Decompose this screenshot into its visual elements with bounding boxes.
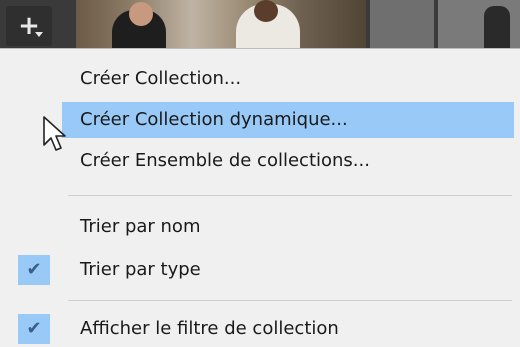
- menu-item-show-collection-filter[interactable]: ✔ Afficher le filtre de collection: [0, 311, 520, 347]
- menu-item-label: Créer Ensemble de collections...: [80, 150, 370, 171]
- checkmark-icon: ✔: [18, 314, 50, 344]
- menu-separator: [68, 300, 512, 301]
- menu-separator: [68, 195, 512, 196]
- photo-figure: [254, 0, 278, 22]
- chevron-down-icon: [35, 32, 43, 37]
- add-collection-button[interactable]: +: [6, 6, 52, 46]
- menu-item-label: Trier par type: [80, 259, 201, 280]
- menu-item-label: Trier par nom: [80, 216, 201, 237]
- checkmark-icon: ✔: [18, 255, 50, 285]
- menu-item-create-smart-collection[interactable]: Créer Collection dynamique...: [0, 102, 520, 138]
- filmstrip-header: +: [0, 0, 520, 52]
- menu-item-create-collection[interactable]: Créer Collection...: [0, 61, 520, 97]
- photo-figure: [484, 6, 510, 52]
- context-menu: Créer Collection... Créer Collection dyn…: [0, 48, 520, 347]
- filmstrip-thumbnail[interactable]: [76, 0, 366, 52]
- menu-item-label: Créer Collection...: [80, 68, 242, 89]
- filmstrip-thumbnail[interactable]: [370, 0, 434, 52]
- menu-item-sort-by-name[interactable]: Trier par nom: [0, 209, 520, 245]
- menu-item-create-collection-set[interactable]: Créer Ensemble de collections...: [0, 143, 520, 179]
- lightroom-collections-screen: + Créer Collection... Créer Collection d…: [0, 0, 520, 347]
- mouse-pointer-icon: [43, 116, 66, 151]
- photo-figure: [129, 2, 153, 26]
- menu-item-label: Créer Collection dynamique...: [80, 109, 348, 130]
- filmstrip-thumbnail[interactable]: [438, 0, 520, 52]
- menu-item-sort-by-type[interactable]: ✔ Trier par type: [0, 252, 520, 288]
- menu-item-label: Afficher le filtre de collection: [80, 318, 339, 339]
